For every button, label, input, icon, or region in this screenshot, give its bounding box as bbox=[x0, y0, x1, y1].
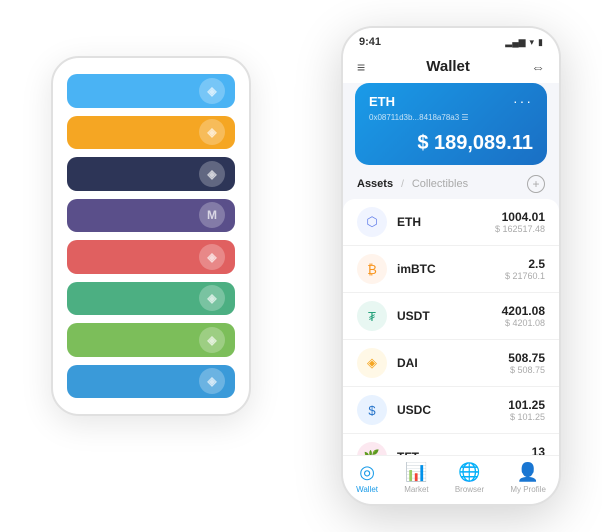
asset-amount-main: 13 bbox=[532, 445, 545, 455]
profile-nav-icon: 👤 bbox=[517, 462, 539, 483]
card-icon: ◈ bbox=[199, 244, 225, 270]
menu-icon[interactable]: ≡ bbox=[357, 59, 365, 75]
asset-row[interactable]: ⬡ ETH1004.01$ 162517.48 bbox=[343, 199, 559, 246]
asset-amount-main: 101.25 bbox=[508, 398, 545, 412]
asset-amounts: 2.5$ 21760.1 bbox=[505, 257, 545, 281]
market-nav-label: Market bbox=[404, 485, 428, 494]
battery-icon: ▮ bbox=[538, 37, 543, 48]
wallet-address: 0x08711d3b...8418a78a3 ☰ bbox=[369, 113, 533, 122]
asset-row[interactable]: 🌿TFT130 bbox=[343, 434, 559, 455]
asset-row[interactable]: ◈ DAI508.75$ 508.75 bbox=[343, 340, 559, 387]
asset-amounts: 1004.01$ 162517.48 bbox=[495, 210, 545, 234]
market-nav-icon: 📊 bbox=[405, 462, 427, 483]
tab-divider: / bbox=[401, 179, 404, 190]
asset-amount-main: 2.5 bbox=[505, 257, 545, 271]
asset-amount-main: 508.75 bbox=[508, 351, 545, 365]
asset-name: USDC bbox=[397, 403, 508, 417]
asset-name: imBTC bbox=[397, 262, 505, 276]
wallet-coin: ETH bbox=[369, 94, 395, 109]
status-time: 9:41 bbox=[359, 36, 381, 48]
nav-item-browser[interactable]: 🌐 Browser bbox=[455, 462, 484, 494]
card-icon: ◈ bbox=[199, 285, 225, 311]
asset-icon-usdc: $ bbox=[357, 395, 387, 425]
tab-assets[interactable]: Assets bbox=[357, 178, 393, 190]
nav-item-market[interactable]: 📊 Market bbox=[404, 462, 428, 494]
asset-name: USDT bbox=[397, 309, 502, 323]
card-card-blue: ◈ bbox=[67, 74, 235, 108]
card-card-purple: M bbox=[67, 199, 235, 233]
tab-collectibles[interactable]: Collectibles bbox=[412, 178, 468, 190]
assets-header: Assets / Collectibles + bbox=[343, 175, 559, 199]
phone-header: ≡ Wallet ⇔ bbox=[343, 52, 559, 83]
card-card-teal: ◈ bbox=[67, 365, 235, 399]
card-icon: ◈ bbox=[199, 161, 225, 187]
wallet-nav-icon: ◎ bbox=[359, 462, 375, 483]
asset-amount-usd: $ 4201.08 bbox=[502, 318, 545, 328]
asset-name: ETH bbox=[397, 215, 495, 229]
asset-amount-usd: $ 101.25 bbox=[508, 412, 545, 422]
asset-icon-imbtc: ₿ bbox=[357, 254, 387, 284]
asset-amounts: 4201.08$ 4201.08 bbox=[502, 304, 545, 328]
nav-item-profile[interactable]: 👤 My Profile bbox=[510, 462, 546, 494]
scene: ◈ ◈ ◈ M ◈ ◈ ◈ ◈ 9:41 ▂▄▆ ▾ ▮ ≡ Wallet ⇔ ETH ···… bbox=[21, 16, 581, 516]
wallet-card: ETH ··· 0x08711d3b...8418a78a3 ☰ $ 189,0… bbox=[355, 83, 547, 165]
asset-row[interactable]: $ USDC101.25$ 101.25 bbox=[343, 387, 559, 434]
asset-amount-main: 1004.01 bbox=[495, 210, 545, 224]
asset-row[interactable]: ₿ imBTC2.5$ 21760.1 bbox=[343, 246, 559, 293]
card-icon: ◈ bbox=[199, 368, 225, 394]
asset-icon-eth: ⬡ bbox=[357, 207, 387, 237]
background-phone: ◈ ◈ ◈ M ◈ ◈ ◈ ◈ bbox=[51, 56, 251, 416]
scan-icon[interactable]: ⇔ bbox=[531, 59, 545, 75]
front-phone: 9:41 ▂▄▆ ▾ ▮ ≡ Wallet ⇔ ETH ··· 0x08711d… bbox=[341, 26, 561, 506]
wallet-balance: $ 189,089.11 bbox=[369, 132, 533, 155]
card-card-orange: ◈ bbox=[67, 116, 235, 150]
card-card-lightgreen: ◈ bbox=[67, 323, 235, 357]
assets-list: ⬡ ETH1004.01$ 162517.48 ₿ imBTC2.5$ 21760.1… bbox=[343, 199, 559, 455]
asset-amount-usd: $ 162517.48 bbox=[495, 224, 545, 234]
card-icon: M bbox=[199, 202, 225, 228]
asset-amounts: 508.75$ 508.75 bbox=[508, 351, 545, 375]
asset-icon-tft: 🌿 bbox=[357, 442, 387, 455]
asset-icon-usdt: ₮ bbox=[357, 301, 387, 331]
browser-nav-icon: 🌐 bbox=[458, 462, 480, 483]
status-icons: ▂▄▆ ▾ ▮ bbox=[505, 37, 543, 48]
assets-tabs: Assets / Collectibles bbox=[357, 178, 468, 190]
wallet-nav-label: Wallet bbox=[356, 485, 378, 494]
card-card-dark: ◈ bbox=[67, 157, 235, 191]
asset-amount-main: 4201.08 bbox=[502, 304, 545, 318]
card-icon: ◈ bbox=[199, 327, 225, 353]
card-card-green: ◈ bbox=[67, 282, 235, 316]
asset-amount-usd: $ 21760.1 bbox=[505, 271, 545, 281]
wallet-card-top: ETH ··· bbox=[369, 93, 533, 109]
card-card-red: ◈ bbox=[67, 240, 235, 274]
card-icon: ◈ bbox=[199, 119, 225, 145]
status-bar: 9:41 ▂▄▆ ▾ ▮ bbox=[343, 28, 559, 52]
asset-amounts: 130 bbox=[532, 445, 545, 455]
bottom-nav: ◎ Wallet 📊 Market 🌐 Browser 👤 My Profile bbox=[343, 455, 559, 504]
asset-icon-dai: ◈ bbox=[357, 348, 387, 378]
add-asset-button[interactable]: + bbox=[527, 175, 545, 193]
nav-item-wallet[interactable]: ◎ Wallet bbox=[356, 462, 378, 494]
wifi-icon: ▾ bbox=[530, 37, 535, 48]
asset-row[interactable]: ₮ USDT4201.08$ 4201.08 bbox=[343, 293, 559, 340]
card-icon: ◈ bbox=[199, 78, 225, 104]
asset-name: DAI bbox=[397, 356, 508, 370]
profile-nav-label: My Profile bbox=[510, 485, 546, 494]
signal-icon: ▂▄▆ bbox=[505, 37, 525, 48]
asset-amounts: 101.25$ 101.25 bbox=[508, 398, 545, 422]
wallet-options-icon[interactable]: ··· bbox=[513, 93, 533, 109]
page-title: Wallet bbox=[426, 58, 470, 75]
asset-amount-usd: $ 508.75 bbox=[508, 365, 545, 375]
browser-nav-label: Browser bbox=[455, 485, 484, 494]
